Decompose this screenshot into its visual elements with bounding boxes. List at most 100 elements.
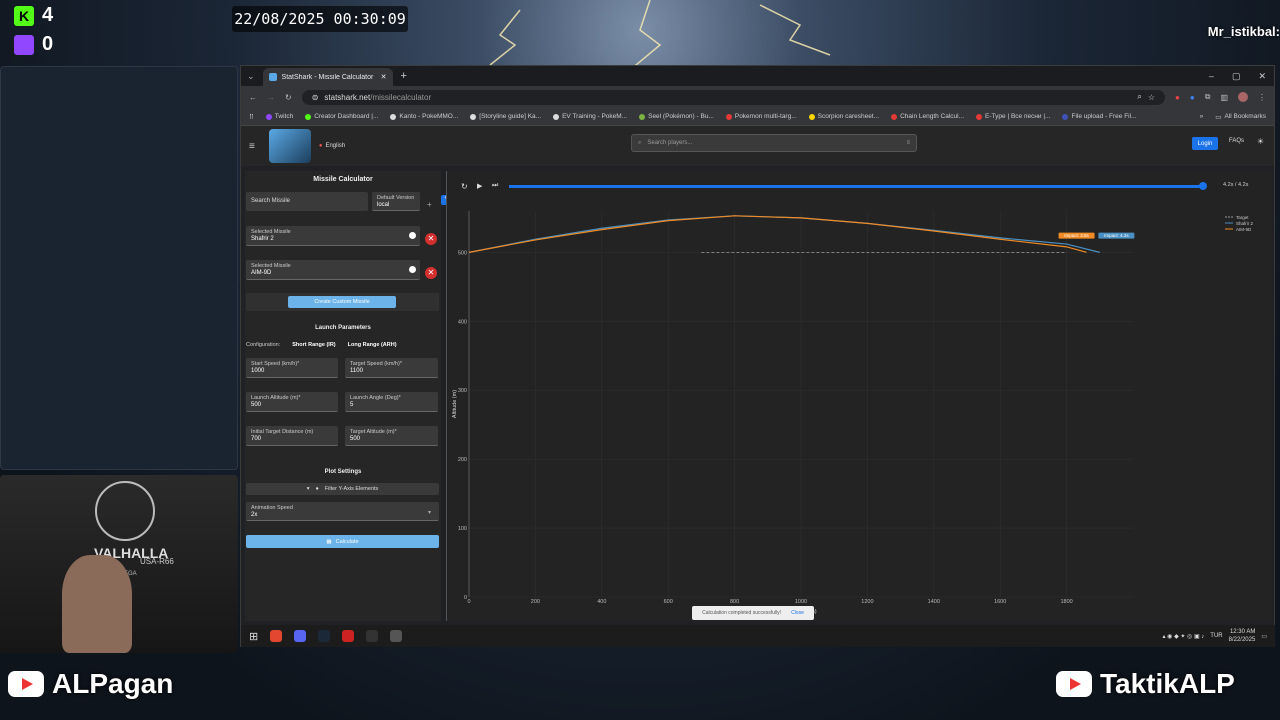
tray-clock[interactable]: 12:30 AM 8/22/2025 <box>1229 628 1256 644</box>
youtube-icon <box>1056 671 1092 697</box>
extension-icon[interactable]: ● <box>1190 93 1195 102</box>
color-swatch[interactable] <box>409 232 416 239</box>
login-button[interactable]: Login <box>1192 137 1218 150</box>
back-icon[interactable]: ← <box>249 93 257 102</box>
bookmark-item[interactable]: Twitch <box>265 113 293 120</box>
bookmark-item[interactable]: EV Training - PokeM... <box>553 113 627 120</box>
reload-icon[interactable]: ↻ <box>285 93 292 102</box>
settings-icon[interactable] <box>390 630 403 642</box>
animation-timeline[interactable] <box>509 185 1203 188</box>
bookmark-item[interactable]: Scorpion caresheet... <box>808 113 879 120</box>
target-speed-input[interactable]: Target Speed (km/h)* 1100 <box>345 358 438 378</box>
profile-avatar[interactable] <box>1238 92 1248 102</box>
extension-icon[interactable]: ● <box>1175 93 1180 102</box>
new-tab-button[interactable]: + <box>401 70 407 82</box>
bookmark-favicon-icon <box>725 113 732 120</box>
launch-angle-input[interactable]: Launch Angle (Deg)* 5 <box>345 392 438 412</box>
bookmark-favicon-icon <box>808 113 815 120</box>
timeline-handle[interactable] <box>1199 182 1207 190</box>
language-selector[interactable]: ● English <box>319 143 345 149</box>
bookmark-item[interactable]: Kanto - PokeMMO... <box>390 113 458 120</box>
initial-target-distance-input[interactable]: Initial Target Distance (m) 700 <box>246 426 338 446</box>
steam-icon[interactable] <box>318 630 331 642</box>
legend-entry: AIM-9D <box>1236 227 1252 232</box>
close-icon[interactable]: ✕ <box>381 73 387 81</box>
launch-altitude-input[interactable]: Launch Altitude (m)* 500 <box>246 392 338 412</box>
bookmark-item[interactable]: Creator Dashboard |... <box>305 113 378 120</box>
toast-close-button[interactable]: Close <box>791 610 804 616</box>
window-close-icon[interactable]: ✕ <box>1258 71 1266 82</box>
selected-missile-1[interactable]: Selected Missile Shafrir 2 <box>246 226 420 246</box>
tab-strip: ⌄ StatShark - Missile Calculator ✕ + – ▢… <box>241 66 1274 86</box>
search-icon: ⌕ <box>638 139 642 146</box>
create-custom-missile-button[interactable]: Create Custom Missile <box>288 296 396 308</box>
discord-icon[interactable] <box>294 630 307 642</box>
zoom-icon[interactable]: ⌕ <box>1137 92 1141 102</box>
epic-games-icon[interactable] <box>366 630 379 642</box>
replay-icon[interactable]: ↻ <box>461 182 468 191</box>
tab-search-icon[interactable]: ⌄ <box>247 71 255 82</box>
filter-y-axis-button[interactable]: ▾ ● Filter Y-Axis Elements <box>246 483 439 495</box>
search-missile-input[interactable]: Search Missile <box>246 192 368 211</box>
tab-statshark[interactable]: StatShark - Missile Calculator ✕ <box>262 68 393 86</box>
player-search[interactable]: ⌕ Search players... ≡ <box>631 134 917 152</box>
kick-counter: K 4 <box>14 4 53 27</box>
start-menu-icon[interactable]: ⊞ <box>249 630 258 643</box>
statshark-favicon-icon <box>268 73 277 81</box>
calculate-button[interactable]: ▦ Calculate <box>246 535 439 548</box>
url-field[interactable]: ⊜ statshark.net/missilecalculator ⌕ ☆ <box>301 89 1166 105</box>
channel-name-right: TaktikALP <box>1100 668 1235 699</box>
apps-grid-icon[interactable]: ⠿ <box>249 113 254 121</box>
forward-icon[interactable]: → <box>267 93 275 102</box>
x-tick-label: 400 <box>597 599 606 605</box>
notification-icon[interactable]: ▭ <box>1261 633 1267 640</box>
faqs-link[interactable]: FAQs <box>1229 138 1244 144</box>
extensions-puzzle-icon[interactable]: ⧉ <box>1205 92 1211 102</box>
twitch-icon <box>14 34 34 55</box>
add-missile-icon[interactable]: + <box>427 200 432 209</box>
bookmark-item[interactable]: Chain Length Calcul... <box>891 113 964 120</box>
target-altitude-input[interactable]: Target Altitude (m)* 500 <box>345 426 438 446</box>
series-line-aim-9d <box>468 215 1087 253</box>
default-version-select[interactable]: Default Version local <box>372 192 420 211</box>
theme-toggle-icon[interactable]: ☀ <box>1257 137 1264 146</box>
minimize-icon[interactable]: – <box>1209 71 1214 82</box>
bookmark-favicon-icon <box>390 113 397 120</box>
bookmark-star-icon[interactable]: ☆ <box>1148 93 1155 102</box>
config-short-range[interactable]: Short Range (IR) <box>292 342 335 348</box>
bookmark-item[interactable]: Seel (Pokémon) - Bu... <box>639 113 714 120</box>
legend-entry: Shafrir 2 <box>1236 221 1254 226</box>
hamburger-menu-icon[interactable]: ≡ <box>249 141 255 152</box>
x-tick-label: 1800 <box>1060 599 1072 605</box>
selected-missile-2[interactable]: Selected Missile AIM-9D <box>246 260 420 280</box>
bookmark-item[interactable]: File upload - Free Fil... <box>1062 113 1137 120</box>
obs-icon[interactable] <box>342 630 355 642</box>
animation-speed-select[interactable]: Animation Speed 2x <box>246 502 439 521</box>
maximize-icon[interactable]: ▢ <box>1232 71 1241 82</box>
remove-missile-2-button[interactable]: ✕ <box>425 267 437 279</box>
bookmark-item[interactable]: [Storyline guide] Ka... <box>470 113 541 120</box>
twitch-count: 0 <box>42 33 54 55</box>
chrome-icon[interactable] <box>270 630 283 642</box>
sidepanel-icon[interactable]: ▥ <box>1220 93 1228 102</box>
streamer <box>62 555 132 653</box>
more-bookmarks-icon[interactable]: » <box>1200 113 1204 120</box>
bookmark-item[interactable]: E-Type | Все песни |... <box>976 113 1050 120</box>
color-swatch[interactable] <box>409 266 416 273</box>
skip-end-icon[interactable]: ⏭ <box>492 182 498 190</box>
keyboard-language[interactable]: TUR <box>1210 633 1222 639</box>
all-bookmarks[interactable]: ▭ All Bookmarks <box>1215 113 1266 121</box>
x-tick-label: 1400 <box>928 599 940 605</box>
tray-icons[interactable]: ▴ ◉ ◆ ✦ ◎ ▣ ♪ <box>1162 633 1204 640</box>
impact-label: Impact: 4.2s <box>1104 233 1129 238</box>
play-icon[interactable]: ▶ <box>477 182 482 190</box>
menu-dots-icon[interactable]: ⋮ <box>1258 93 1266 102</box>
bookmark-item[interactable]: Pokemon multi-targ... <box>725 113 797 120</box>
filter-icon[interactable]: ≡ <box>906 140 910 146</box>
start-speed-input[interactable]: Start Speed (km/h)* 1000 <box>246 358 338 378</box>
remove-missile-1-button[interactable]: ✕ <box>425 233 437 245</box>
site-info-icon[interactable]: ⊜ <box>312 93 319 102</box>
trajectory-plot[interactable]: 01002003004005000 200 400 600 800 1000 1200 140… <box>447 171 1273 621</box>
config-long-range[interactable]: Long Range (ARH) <box>348 342 397 348</box>
statshark-logo[interactable] <box>268 129 311 163</box>
